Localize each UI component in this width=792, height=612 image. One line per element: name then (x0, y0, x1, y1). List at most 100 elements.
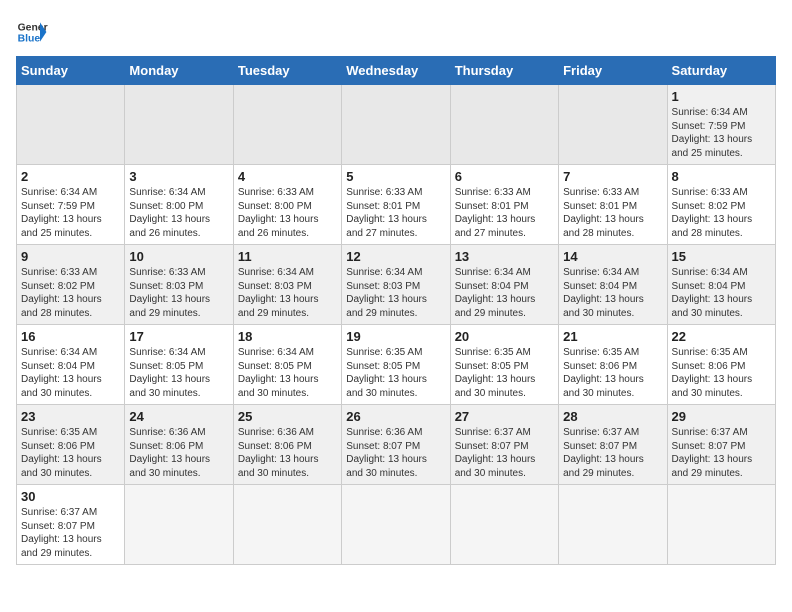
calendar-cell (342, 485, 450, 565)
day-info: Sunrise: 6:37 AM Sunset: 8:07 PM Dayligh… (455, 426, 554, 480)
day-number: 12 (346, 249, 445, 264)
day-info: Sunrise: 6:34 AM Sunset: 7:59 PM Dayligh… (21, 186, 120, 240)
calendar-cell (17, 85, 125, 165)
weekday-header-tuesday: Tuesday (233, 57, 341, 85)
calendar-cell: 19 Sunrise: 6:35 AM Sunset: 8:05 PM Dayli… (342, 325, 450, 405)
calendar-cell: 1Sunrise: 6:34 AM Sunset: 7:59 PM Daylig… (667, 85, 775, 165)
calendar-cell: 26 Sunrise: 6:36 AM Sunset: 8:07 PM Dayli… (342, 405, 450, 485)
calendar-cell: 8 Sunrise: 6:33 AM Sunset: 8:02 PM Daylig… (667, 165, 775, 245)
calendar-week-4: 16 Sunrise: 6:34 AM Sunset: 8:04 PM Dayli… (17, 325, 776, 405)
calendar-cell: 2 Sunrise: 6:34 AM Sunset: 7:59 PM Daylig… (17, 165, 125, 245)
calendar-cell (342, 85, 450, 165)
day-info: Sunrise: 6:37 AM Sunset: 8:07 PM Dayligh… (672, 426, 771, 480)
calendar-cell (450, 485, 558, 565)
calendar-cell: 24Sunrise: 6:36 AM Sunset: 8:06 PM Dayli… (125, 405, 233, 485)
day-info: Sunrise: 6:33 AM Sunset: 8:00 PM Dayligh… (238, 186, 337, 240)
calendar-cell: 13Sunrise: 6:34 AM Sunset: 8:04 PM Dayli… (450, 245, 558, 325)
day-number: 16 (21, 329, 120, 344)
calendar-cell: 7 Sunrise: 6:33 AM Sunset: 8:01 PM Daylig… (559, 165, 667, 245)
day-info: Sunrise: 6:33 AM Sunset: 8:01 PM Dayligh… (346, 186, 445, 240)
day-number: 1 (672, 89, 771, 104)
calendar-cell (559, 85, 667, 165)
calendar-cell: 28 Sunrise: 6:37 AM Sunset: 8:07 PM Dayli… (559, 405, 667, 485)
calendar-cell (233, 485, 341, 565)
calendar-cell: 3 Sunrise: 6:34 AM Sunset: 8:00 PM Daylig… (125, 165, 233, 245)
calendar-week-2: 2 Sunrise: 6:34 AM Sunset: 7:59 PM Daylig… (17, 165, 776, 245)
day-info: Sunrise: 6:35 AM Sunset: 8:05 PM Dayligh… (346, 346, 445, 400)
calendar-cell: 25Sunrise: 6:36 AM Sunset: 8:06 PM Dayli… (233, 405, 341, 485)
calendar-week-5: 23 Sunrise: 6:35 AM Sunset: 8:06 PM Dayli… (17, 405, 776, 485)
day-info: Sunrise: 6:34 AM Sunset: 8:05 PM Dayligh… (129, 346, 228, 400)
logo-icon: General Blue (16, 16, 48, 48)
day-number: 3 (129, 169, 228, 184)
day-number: 20 (455, 329, 554, 344)
day-number: 18 (238, 329, 337, 344)
day-number: 4 (238, 169, 337, 184)
day-number: 19 (346, 329, 445, 344)
calendar-cell: 29Sunrise: 6:37 AM Sunset: 8:07 PM Dayli… (667, 405, 775, 485)
day-info: Sunrise: 6:34 AM Sunset: 8:00 PM Dayligh… (129, 186, 228, 240)
calendar-cell (125, 85, 233, 165)
day-number: 15 (672, 249, 771, 264)
day-number: 26 (346, 409, 445, 424)
calendar-cell: 22Sunrise: 6:35 AM Sunset: 8:06 PM Dayli… (667, 325, 775, 405)
day-info: Sunrise: 6:36 AM Sunset: 8:07 PM Dayligh… (346, 426, 445, 480)
day-number: 9 (21, 249, 120, 264)
day-number: 7 (563, 169, 662, 184)
calendar-cell: 4 Sunrise: 6:33 AM Sunset: 8:00 PM Daylig… (233, 165, 341, 245)
logo: General Blue (16, 16, 48, 48)
day-number: 5 (346, 169, 445, 184)
weekday-header-thursday: Thursday (450, 57, 558, 85)
calendar-cell: 27Sunrise: 6:37 AM Sunset: 8:07 PM Dayli… (450, 405, 558, 485)
calendar-cell: 5 Sunrise: 6:33 AM Sunset: 8:01 PM Daylig… (342, 165, 450, 245)
day-info: Sunrise: 6:34 AM Sunset: 8:03 PM Dayligh… (238, 266, 337, 320)
day-info: Sunrise: 6:34 AM Sunset: 8:04 PM Dayligh… (455, 266, 554, 320)
day-number: 6 (455, 169, 554, 184)
weekday-header-saturday: Saturday (667, 57, 775, 85)
calendar-week-3: 9 Sunrise: 6:33 AM Sunset: 8:02 PM Daylig… (17, 245, 776, 325)
calendar-cell: 15 Sunrise: 6:34 AM Sunset: 8:04 PM Dayli… (667, 245, 775, 325)
weekday-header-wednesday: Wednesday (342, 57, 450, 85)
day-info: Sunrise: 6:36 AM Sunset: 8:06 PM Dayligh… (129, 426, 228, 480)
day-number: 8 (672, 169, 771, 184)
calendar-cell: 18 Sunrise: 6:34 AM Sunset: 8:05 PM Dayli… (233, 325, 341, 405)
calendar-cell: 11 Sunrise: 6:34 AM Sunset: 8:03 PM Dayli… (233, 245, 341, 325)
day-info: Sunrise: 6:35 AM Sunset: 8:06 PM Dayligh… (21, 426, 120, 480)
page-header: General Blue (16, 16, 776, 48)
calendar-cell (559, 485, 667, 565)
calendar-cell: 23 Sunrise: 6:35 AM Sunset: 8:06 PM Dayli… (17, 405, 125, 485)
day-info: Sunrise: 6:34 AM Sunset: 8:05 PM Dayligh… (238, 346, 337, 400)
day-info: Sunrise: 6:33 AM Sunset: 8:03 PM Dayligh… (129, 266, 228, 320)
day-info: Sunrise: 6:33 AM Sunset: 8:01 PM Dayligh… (563, 186, 662, 240)
day-info: Sunrise: 6:37 AM Sunset: 8:07 PM Dayligh… (21, 506, 120, 560)
day-info: Sunrise: 6:34 AM Sunset: 8:04 PM Dayligh… (21, 346, 120, 400)
calendar-week-6: 30 Sunrise: 6:37 AM Sunset: 8:07 PM Dayli… (17, 485, 776, 565)
day-number: 28 (563, 409, 662, 424)
day-info: Sunrise: 6:35 AM Sunset: 8:05 PM Dayligh… (455, 346, 554, 400)
calendar-cell: 21Sunrise: 6:35 AM Sunset: 8:06 PM Dayli… (559, 325, 667, 405)
calendar-cell: 30 Sunrise: 6:37 AM Sunset: 8:07 PM Dayli… (17, 485, 125, 565)
day-number: 17 (129, 329, 228, 344)
day-info: Sunrise: 6:33 AM Sunset: 8:02 PM Dayligh… (21, 266, 120, 320)
weekday-header-sunday: Sunday (17, 57, 125, 85)
day-number: 23 (21, 409, 120, 424)
svg-text:Blue: Blue (18, 34, 41, 45)
weekday-header-monday: Monday (125, 57, 233, 85)
day-info: Sunrise: 6:34 AM Sunset: 8:03 PM Dayligh… (346, 266, 445, 320)
day-info: Sunrise: 6:37 AM Sunset: 8:07 PM Dayligh… (563, 426, 662, 480)
calendar-cell: 6Sunrise: 6:33 AM Sunset: 8:01 PM Daylig… (450, 165, 558, 245)
day-number: 11 (238, 249, 337, 264)
day-number: 2 (21, 169, 120, 184)
calendar-cell: 20 Sunrise: 6:35 AM Sunset: 8:05 PM Dayli… (450, 325, 558, 405)
calendar-cell: 17 Sunrise: 6:34 AM Sunset: 8:05 PM Dayli… (125, 325, 233, 405)
calendar-cell: 14Sunrise: 6:34 AM Sunset: 8:04 PM Dayli… (559, 245, 667, 325)
day-number: 21 (563, 329, 662, 344)
calendar-week-1: 1Sunrise: 6:34 AM Sunset: 7:59 PM Daylig… (17, 85, 776, 165)
day-info: Sunrise: 6:34 AM Sunset: 8:04 PM Dayligh… (672, 266, 771, 320)
day-number: 30 (21, 489, 120, 504)
day-info: Sunrise: 6:33 AM Sunset: 8:02 PM Dayligh… (672, 186, 771, 240)
calendar-cell (125, 485, 233, 565)
calendar-cell: 10Sunrise: 6:33 AM Sunset: 8:03 PM Dayli… (125, 245, 233, 325)
calendar-table: SundayMondayTuesdayWednesdayThursdayFrid… (16, 56, 776, 565)
day-number: 22 (672, 329, 771, 344)
